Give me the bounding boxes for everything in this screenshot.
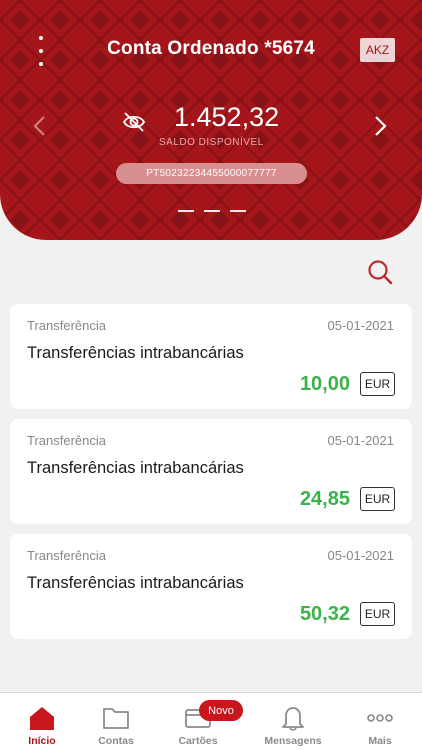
- folder-icon: [103, 708, 129, 729]
- tab-inicio[interactable]: Início: [0, 693, 84, 750]
- tab-mais[interactable]: Mais: [338, 693, 422, 750]
- pager-dot: [204, 210, 220, 212]
- next-account-icon[interactable]: [370, 114, 390, 138]
- transaction-amount: 50,32: [299, 603, 350, 625]
- transaction-type: Transferência: [27, 318, 106, 333]
- pager-dot: [178, 210, 194, 212]
- transaction-type: Transferência: [27, 548, 106, 563]
- transaction-description: Transferências intrabancárias: [27, 459, 244, 477]
- previous-account-icon[interactable]: [30, 114, 50, 138]
- pager-dot: [230, 210, 246, 212]
- tab-label: Contas: [98, 735, 134, 747]
- currency-badge: EUR: [360, 487, 395, 511]
- transaction-date: 05-01-2021: [327, 433, 395, 448]
- tab-label: Início: [28, 735, 56, 747]
- account-title: Conta Ordenado *5674: [107, 38, 315, 59]
- transaction-date: 05-01-2021: [327, 548, 395, 563]
- bell-icon: [282, 707, 304, 731]
- iban-badge[interactable]: PT50232234455000077777: [116, 163, 307, 184]
- currency-badge: EUR: [360, 372, 395, 396]
- transaction-card[interactable]: Transferência 05-01-2021 Transferências …: [10, 304, 412, 409]
- tab-label: Mensagens: [264, 735, 322, 747]
- currency-badge: EUR: [360, 602, 395, 626]
- more-icon: [367, 714, 393, 722]
- balance-label: SALDO DISPONÍVEL: [159, 137, 264, 148]
- currency-switch-button[interactable]: AKZ: [360, 38, 395, 62]
- transaction-amount: 10,00: [299, 373, 350, 395]
- balance-amount: 1.452,32: [174, 102, 280, 132]
- transaction-card[interactable]: Transferência 05-01-2021 Transferências …: [10, 419, 412, 524]
- tab-contas[interactable]: Contas: [74, 693, 158, 750]
- tab-label: Mais: [368, 735, 392, 747]
- new-badge: Novo: [199, 700, 243, 721]
- home-icon: [30, 707, 54, 730]
- hide-balance-icon[interactable]: [122, 111, 146, 133]
- account-pager: [178, 210, 246, 212]
- transaction-description: Transferências intrabancárias: [27, 574, 244, 592]
- tab-label: Cartões: [178, 735, 218, 747]
- search-icon[interactable]: [366, 258, 394, 286]
- tab-mensagens[interactable]: Mensagens: [251, 693, 335, 750]
- transaction-description: Transferências intrabancárias: [27, 344, 244, 362]
- account-header: Conta Ordenado *5674 AKZ 1.452,32 SALDO …: [0, 0, 422, 240]
- transaction-amount: 24,85: [299, 488, 350, 510]
- transaction-type: Transferência: [27, 433, 106, 448]
- transaction-card[interactable]: Transferência 05-01-2021 Transferências …: [10, 534, 412, 639]
- transaction-date: 05-01-2021: [327, 318, 395, 333]
